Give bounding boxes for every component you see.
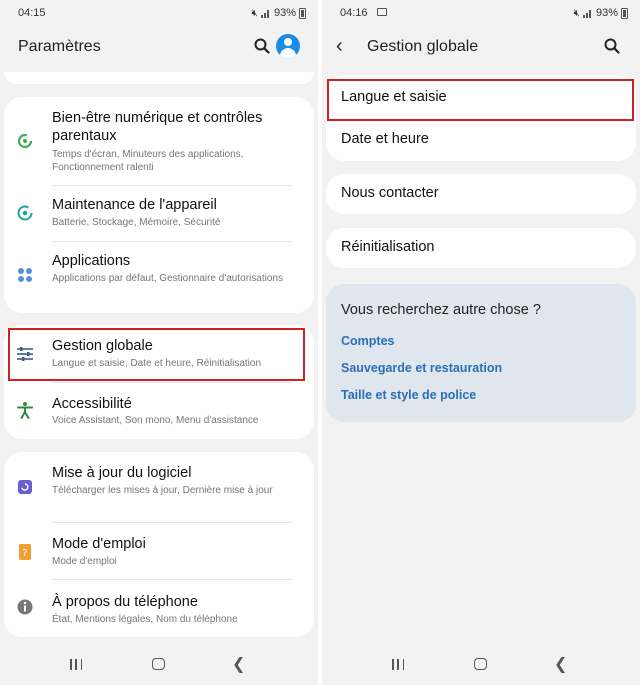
status-bar: 04:15 🔇︎ 93% [0,0,318,26]
apps-icon [18,268,32,282]
suggestion-link-accounts[interactable]: Comptes [341,334,394,348]
item-subtitle: Temps d'écran, Minuteurs des application… [52,149,244,173]
suggestions-card: Vous recherchez autre chose ? Comptes Sa… [326,284,636,422]
battery-percent: 93% [595,7,618,19]
battery-icon [621,7,628,19]
digital-wellbeing-icon [17,133,33,149]
home-icon[interactable] [474,658,487,670]
device-care-icon [17,205,33,221]
highlight-box [327,79,634,121]
status-icons: 🔇︎ 93% [252,7,306,19]
settings-item-applications[interactable]: Applications Applications par défaut, Ge… [4,242,314,312]
status-icons: 🔇︎ 93% [574,7,628,19]
highlight-box [8,328,305,381]
item-title: Maintenance de l'appareil [52,197,217,213]
profile-avatar-icon[interactable] [276,34,300,58]
item-subtitle: État, Mentions légales, Nom du téléphone [52,614,238,625]
settings-item-device-care[interactable]: Maintenance de l'appareil Batterie, Stoc… [4,186,314,241]
signal-icon [582,10,591,18]
battery-icon [299,7,306,19]
settings-group-3: Mise à jour du logiciel Télécharger les … [4,452,314,637]
nav-bar: ❮ [322,645,640,685]
settings-screen: 04:15 🔇︎ 93% Paramètres Bien-être numéri… [0,0,318,685]
home-icon[interactable] [152,658,165,670]
search-icon[interactable] [254,38,270,54]
suggestion-link-font[interactable]: Taille et style de police [341,388,476,402]
status-time: 04:15 [18,7,46,19]
signal-icon [260,10,269,18]
software-update-icon [18,480,32,494]
status-time: 04:16 [340,7,368,19]
suggestion-link-backup[interactable]: Sauvegarde et restauration [341,361,502,375]
item-subtitle: Voice Assistant, Son mono, Menu d'assist… [52,415,259,426]
user-manual-icon: ? [19,544,31,560]
info-icon [17,599,33,615]
settings-item-accessibility[interactable]: Accessibilité Voice Assistant, Son mono,… [4,383,314,439]
nav-bar: ❮ [0,645,318,685]
page-title: Gestion globale [367,38,479,55]
item-title: À propos du téléphone [52,594,198,610]
settings-item-software-update[interactable]: Mise à jour du logiciel Télécharger les … [4,452,314,522]
menu-item-label: Date et heure [341,131,429,147]
settings-group-1: Bien-être numérique et contrôles parenta… [4,97,314,313]
image-notification-icon [377,8,387,16]
app-bar: Paramètres [0,28,318,66]
previous-card [4,72,314,84]
item-subtitle: Mode d'emploi [52,556,117,567]
item-title: Accessibilité [52,396,132,412]
item-title: Mode d'emploi [52,536,146,552]
item-subtitle: Télécharger les mises à jour, Dernière m… [52,485,273,496]
app-bar: ‹ Gestion globale [322,28,640,66]
page-title: Paramètres [18,38,101,55]
search-icon[interactable] [604,38,620,54]
mute-icon: 🔇︎ [251,7,258,19]
recent-apps-icon[interactable] [392,659,404,670]
back-nav-icon[interactable]: ❮ [554,654,567,674]
back-nav-icon[interactable]: ❮ [232,654,245,674]
recent-apps-icon[interactable] [70,659,82,670]
menu-item-label: Réinitialisation [341,239,435,255]
menu-item-reset[interactable]: Réinitialisation [326,228,636,268]
item-title: Applications [52,253,131,269]
battery-percent: 93% [273,7,296,19]
svg-text:?: ? [22,548,27,559]
suggestions-heading: Vous recherchez autre chose ? [341,302,541,318]
menu-item-date-time[interactable]: Date et heure [326,119,636,161]
item-subtitle: Batterie, Stockage, Mémoire, Sécurité [52,217,221,228]
menu-item-contact-us[interactable]: Nous contacter [326,174,636,214]
item-title: Mise à jour du logiciel [52,465,192,481]
general-management-screen: 04:16 🔇︎ 93% ‹ Gestion globale Langue et… [322,0,640,685]
item-title: Bien-être numérique et contrôles parenta… [52,110,263,144]
settings-item-digital-wellbeing[interactable]: Bien-être numérique et contrôles parenta… [4,97,314,185]
accessibility-icon [17,402,33,419]
item-subtitle: Applications par défaut, Gestionnaire d'… [52,273,283,284]
status-bar: 04:16 🔇︎ 93% [322,0,640,26]
menu-item-label: Nous contacter [341,185,439,201]
settings-item-about-phone[interactable]: À propos du téléphone État, Mentions lég… [4,580,314,636]
mute-icon: 🔇︎ [573,7,580,19]
settings-item-user-manual[interactable]: ? Mode d'emploi Mode d'emploi [4,523,314,579]
back-arrow-icon[interactable]: ‹ [336,35,343,58]
